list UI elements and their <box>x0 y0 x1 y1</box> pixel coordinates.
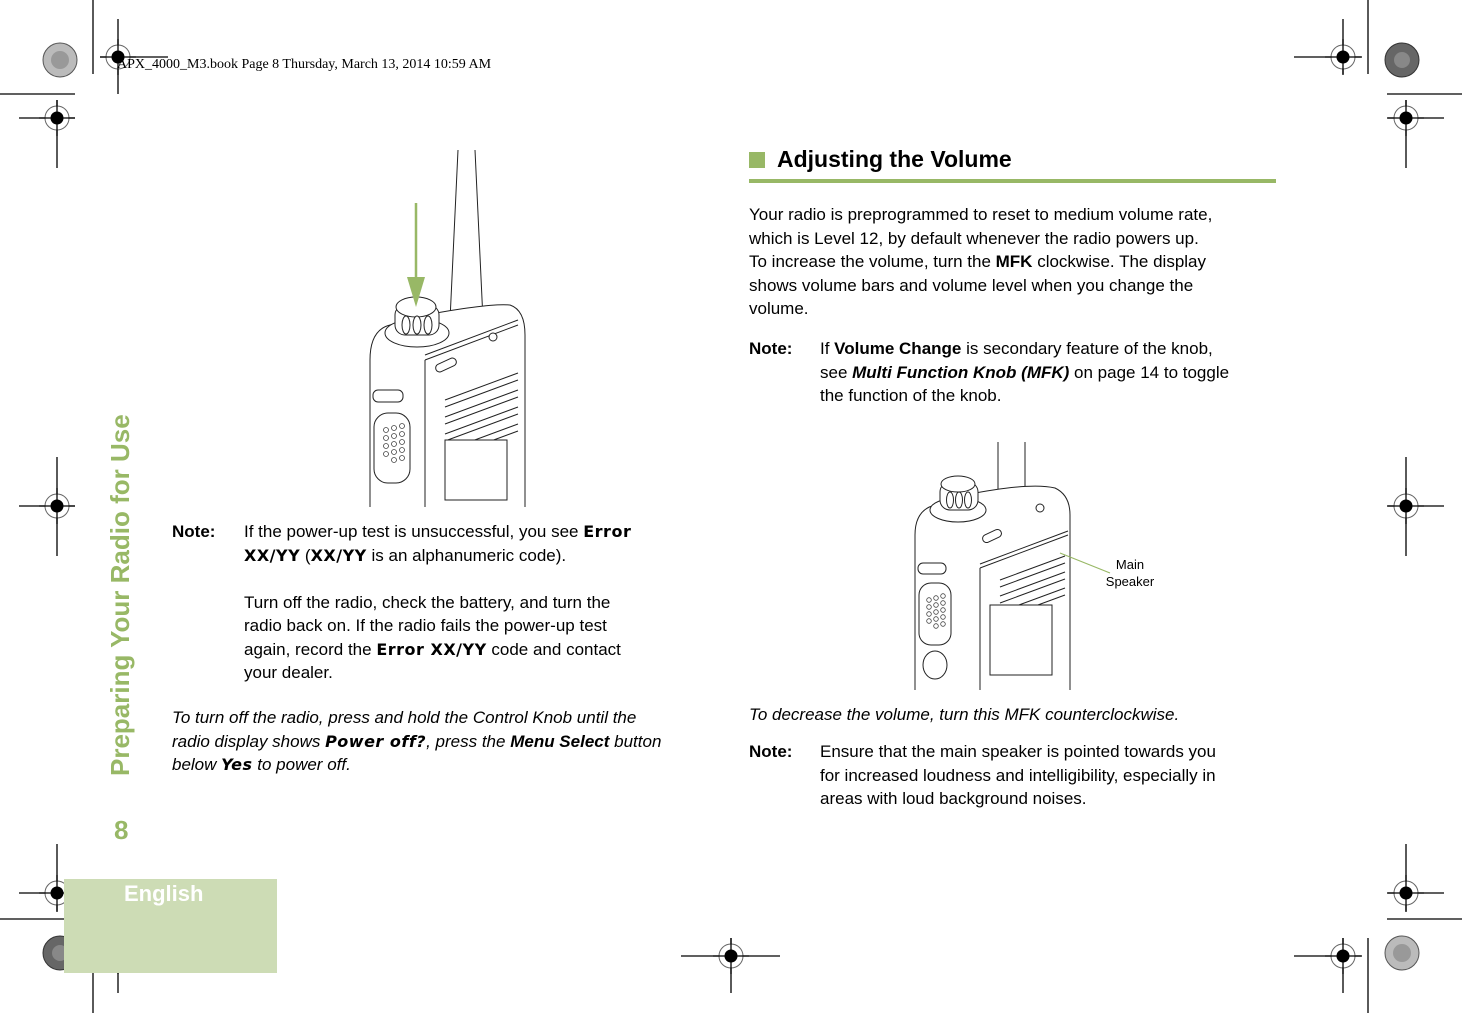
note-speaker-direction: Ensure that the main speaker is pointed … <box>820 742 1216 808</box>
display-text-power-off: Power off? <box>325 731 427 751</box>
note-power-up-failure-body: If the power-up test is unsuccessful, yo… <box>244 522 632 682</box>
section-bullet-icon <box>749 152 765 168</box>
crop-marks <box>0 0 1462 1013</box>
decrease-volume-instruction: To decrease the volume, turn this MFK co… <box>749 705 1180 724</box>
page-number: 8 <box>114 815 129 845</box>
mfk-cross-reference-link[interactable]: Multi Function Knob (MFK) <box>852 363 1069 382</box>
note-label: Note: <box>172 522 216 541</box>
note-volume-change-label: Note: <box>749 339 793 358</box>
display-text-yes: Yes <box>221 755 253 774</box>
radio-figure-speaker <box>914 442 1111 690</box>
book-header-info: APX_4000_M3.book Page 8 Thursday, March … <box>117 57 492 72</box>
display-text-error: Error <box>583 522 632 541</box>
section-rule <box>749 179 1276 183</box>
menu-select-button-name: Menu Select <box>510 731 610 751</box>
language-tab-label: English <box>124 881 204 906</box>
power-off-instruction: To turn off the radio, press and hold th… <box>172 708 662 774</box>
arrow-down-icon <box>407 203 425 307</box>
main-speaker-callout: Main Speaker <box>1105 557 1155 589</box>
volume-intro: Your radio is preprogrammed to reset to … <box>749 205 1213 318</box>
radio-figure-power <box>369 149 526 507</box>
chapter-title: Preparing Your Radio for Use <box>105 414 135 776</box>
note-power-up-failure: Note: <box>172 520 215 544</box>
note-speaker-label: Note: <box>749 742 793 761</box>
display-text-error-code: Error XX/YY <box>376 639 487 659</box>
display-text-code: XX/YY <box>244 545 301 565</box>
section-title: Adjusting the Volume <box>777 146 1012 172</box>
note-volume-change: If Volume Change is secondary feature of… <box>820 339 1230 405</box>
